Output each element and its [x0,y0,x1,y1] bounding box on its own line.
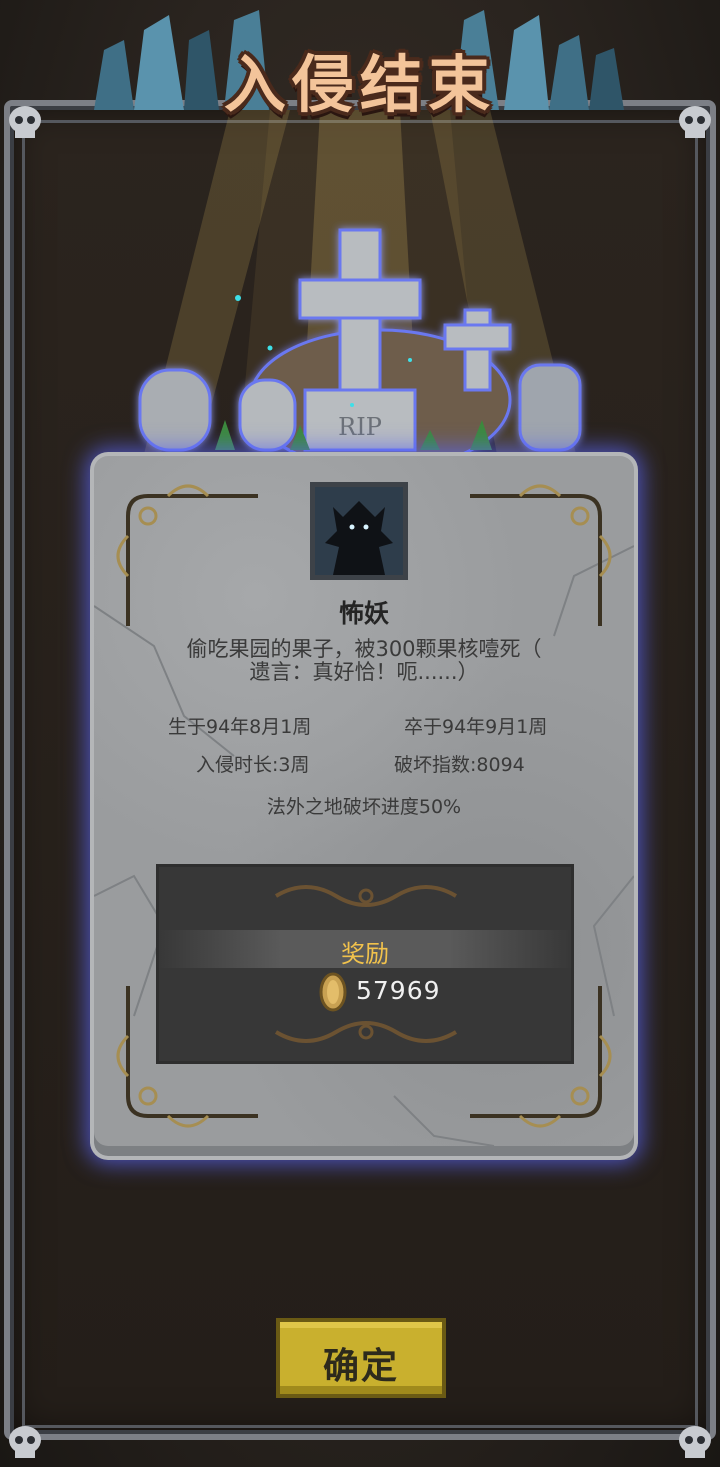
reward-panel: 奖励 57969 [156,864,574,1064]
shadow-monster-icon [315,487,403,575]
death-date: 卒于94年9月1周 [404,716,548,738]
monster-portrait [310,482,408,580]
destruction-progress: 法外之地破坏进度50% [266,796,462,818]
reward-amount: 57969 [356,976,441,1005]
invasion-duration: 入侵时长:3周 [196,754,310,776]
ornament-swirl [274,1021,458,1043]
ornament-swirl [274,885,458,907]
skull-icon [9,1426,41,1458]
epitaph-line: 遗言：真好恰！呃......） [249,660,479,684]
reward-title: 奖励 [341,940,389,968]
graveyard-illustration: RIP [138,228,582,470]
birth-date: 生于94年8月1周 [168,716,312,738]
skull-icon [679,1426,711,1458]
confirm-button-label: 确定 [322,1346,399,1387]
monster-epitaph: 偷吃果园的果子，被300颗果核噎死（ 遗言：真好恰！呃......） [154,638,574,684]
confirm-button[interactable]: 确定 [276,1318,446,1398]
rip-engraving: RIP [338,413,382,441]
game-result-screen: 入侵结束 RIP 怖妖 偷吃果园的果子，被300颗果核噎死（ 遗言：真好恰！呃.… [0,0,720,1467]
monster-name: 怖妖 [338,599,389,628]
epitaph-line: 偷吃果园的果子，被300颗果核噎死（ [186,637,542,661]
tombstone-panel: 怖妖 偷吃果园的果子，被300颗果核噎死（ 遗言：真好恰！呃......） 生于… [94,456,634,1156]
page-title: 入侵结束 [223,48,496,121]
destruction-index: 破坏指数:8094 [394,754,525,776]
gold-coin-icon [319,972,347,1012]
